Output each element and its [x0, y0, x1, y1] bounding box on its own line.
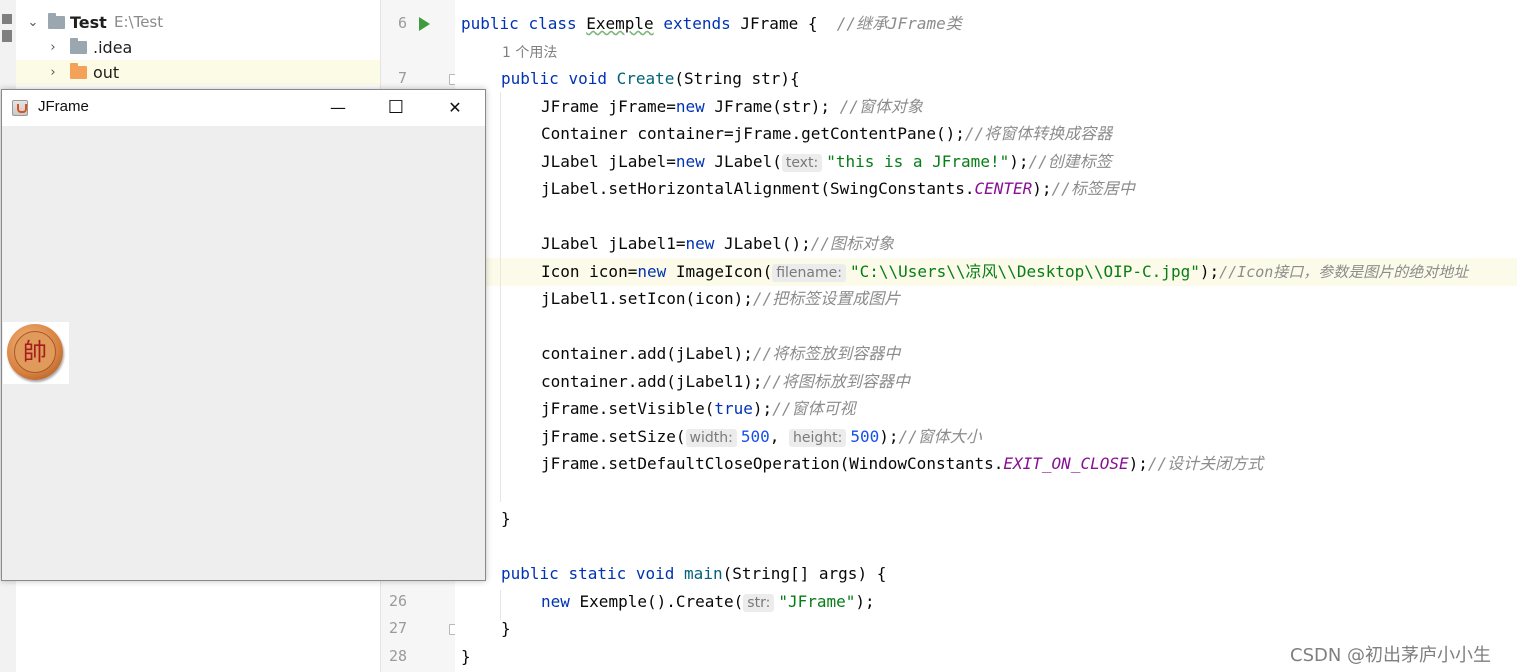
run-icon[interactable]: [419, 17, 430, 31]
parameter-hint: str:: [743, 594, 775, 612]
code-line: jLabel1.setIcon(icon);//把标签设置成图片: [541, 289, 901, 308]
folder-icon: [70, 63, 87, 79]
parameter-hint: filename:: [772, 264, 846, 282]
tool-window-icon[interactable]: [2, 30, 12, 42]
code-line: JLabel jLabel=new JLabel(text: "this is a…: [541, 152, 1112, 172]
minimize-button[interactable]: —: [309, 90, 367, 126]
code-line: jLabel.setHorizontalAlignment(SwingConst…: [541, 179, 1135, 198]
chess-piece-icon: 帥: [7, 324, 63, 380]
tool-window-icon[interactable]: [2, 14, 12, 24]
line-number: 28: [388, 647, 407, 665]
code-line: }: [461, 647, 471, 666]
line-number: 7: [397, 69, 407, 87]
code-line: }: [501, 619, 511, 638]
chevron-down-icon[interactable]: ⌄: [26, 10, 40, 35]
chess-piece-character: 帥: [14, 331, 56, 373]
tree-row-root[interactable]: ⌄ Test E:\Test: [16, 10, 380, 35]
code-line: public void Create(String str){: [501, 69, 800, 88]
module-folder-icon: [48, 13, 65, 29]
line-number: 27: [388, 619, 407, 637]
chevron-right-icon[interactable]: ›: [46, 35, 60, 60]
jframe-window[interactable]: JFrame — ☐ ✕ 帥: [1, 89, 486, 581]
code-line: JFrame jFrame=new JFrame(str); //窗体对象: [541, 97, 923, 116]
usage-hint[interactable]: 1 个用法: [502, 42, 557, 62]
code-line: JLabel jLabel1=new JLabel();//图标对象: [541, 234, 895, 253]
line-number: 6: [397, 14, 407, 32]
tree-label: Test: [70, 13, 107, 32]
code-line: jFrame.setDefaultCloseOperation(WindowCo…: [541, 454, 1264, 473]
code-line: Icon icon=new ImageIcon(filename: "C:\\Us…: [541, 262, 1469, 282]
tree-row-idea[interactable]: › .idea: [16, 35, 380, 60]
parameter-hint: height:: [788, 429, 847, 447]
maximize-button[interactable]: ☐: [367, 90, 425, 126]
code-line: }: [501, 509, 511, 528]
window-title: JFrame: [38, 98, 89, 115]
folder-icon: [70, 38, 87, 54]
code-line: public class Exemple extends JFrame { //…: [461, 14, 962, 33]
code-line: jFrame.setVisible(true);//窗体可视: [541, 399, 856, 418]
parameter-hint: width:: [685, 429, 737, 447]
parameter-hint: text:: [781, 154, 823, 172]
tree-label: out: [93, 63, 120, 82]
code-line: Container container=jFrame.getContentPan…: [541, 124, 1113, 143]
close-button[interactable]: ✕: [426, 90, 484, 126]
tree-path: E:\Test: [114, 13, 164, 31]
chevron-right-icon[interactable]: ›: [46, 60, 60, 85]
window-title-bar[interactable]: JFrame — ☐ ✕: [2, 90, 485, 126]
tree-label: .idea: [93, 38, 133, 57]
code-line: jFrame.setSize(width: 500, height: 500);//…: [541, 427, 982, 447]
code-line: container.add(jLabel);//将标签放到容器中: [541, 344, 901, 363]
tree-row-out[interactable]: › out: [16, 60, 380, 85]
line-number: 26: [388, 592, 407, 610]
code-line: container.add(jLabel1);//将图标放到容器中: [541, 372, 910, 391]
java-app-icon: [12, 100, 28, 116]
code-line: new Exemple().Create(str: "JFrame");: [541, 592, 875, 612]
watermark: CSDN @初出茅庐小小生: [1290, 645, 1492, 666]
code-line: public static void main(String[] args) {: [501, 564, 887, 583]
indent-guide: [500, 92, 501, 502]
icon-label-image: 帥: [3, 322, 69, 384]
